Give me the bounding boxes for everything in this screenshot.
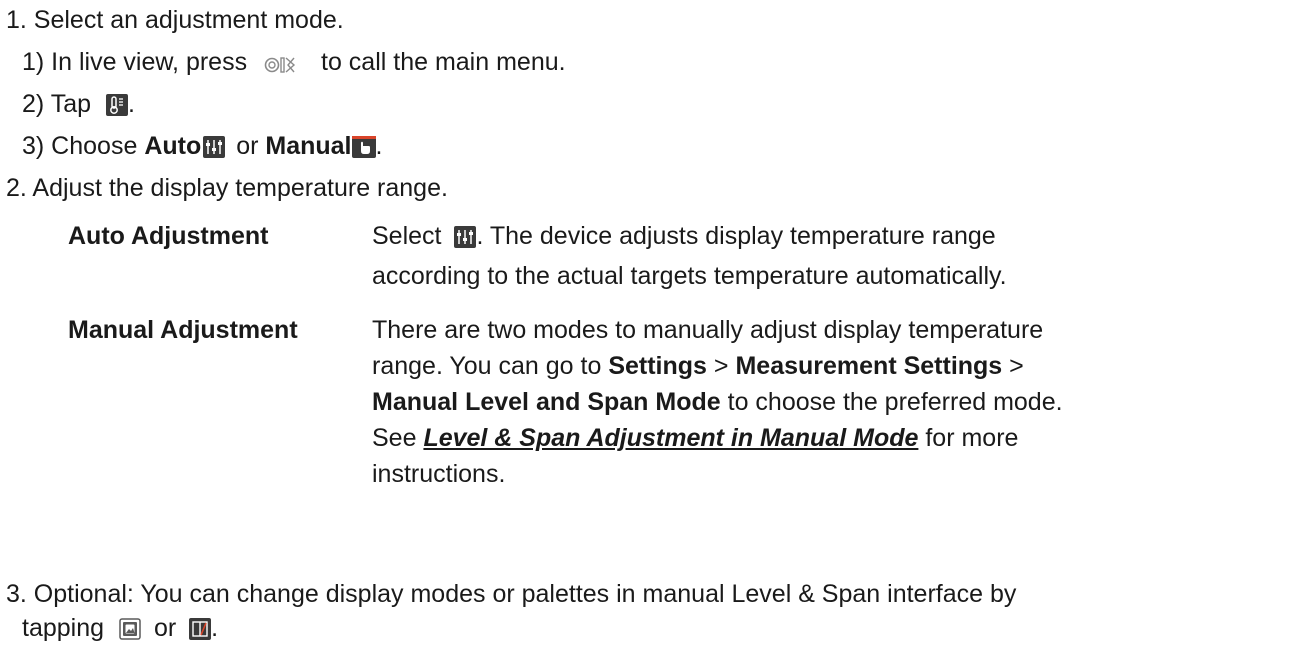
step-2-title: 2. Adjust the display temperature range. xyxy=(6,172,448,204)
manual-hand-icon xyxy=(351,134,376,166)
manual-adjustment-line-3: Manual Level and Span Mode to choose the… xyxy=(372,384,1063,420)
auto-adjustment-line-1-post: . The device adjusts display temperature… xyxy=(476,222,996,250)
path-separator: > xyxy=(1009,352,1024,380)
step-1-sub-2-post: . xyxy=(127,90,135,118)
manual-adjustment-term: Manual Adjustment xyxy=(68,316,298,344)
thermometer-icon xyxy=(105,92,128,124)
manual-level-span-mode-menu-path: Manual Level and Span Mode xyxy=(372,388,721,416)
auto-adjust-icon xyxy=(454,222,477,258)
auto-adjustment-description: Select . The device adjusts display temp… xyxy=(372,218,1007,294)
manual-adjustment-description: There are two modes to manually adjust d… xyxy=(372,312,1063,492)
see-text: See xyxy=(372,424,417,452)
step-3-line-1: 3. Optional: You can change display mode… xyxy=(6,578,1016,610)
step-1-sub-3: 3) Choose Auto or Manual . xyxy=(22,130,382,166)
manual-adjustment-line-1: There are two modes to manually adjust d… xyxy=(372,316,1044,344)
or-text: or xyxy=(236,132,259,160)
path-separator: > xyxy=(713,352,729,380)
tapping-text: tapping xyxy=(22,614,105,642)
step-1-sub-1-pre: 1) In live view, press xyxy=(22,48,248,76)
step-1-sub-3-pre: 3) Choose xyxy=(22,132,138,160)
step-1-sub-3-post: . xyxy=(375,132,383,160)
level-span-adjustment-link[interactable]: Level & Span Adjustment in Manual Mode xyxy=(423,424,918,452)
step-3-line-2: tapping or . xyxy=(22,612,218,648)
or-text: or xyxy=(153,614,177,642)
go-to-text: range. You can go to xyxy=(372,352,602,380)
auto-adjustment-term: Auto Adjustment xyxy=(68,222,269,250)
step-1-title-text: 1. Select an adjustment mode. xyxy=(6,6,344,34)
measurement-settings-menu-path: Measurement Settings xyxy=(735,352,1003,380)
ok-button-icon xyxy=(264,50,306,82)
manual-label: Manual xyxy=(265,132,352,160)
step-1-sub-2: 2) Tap . xyxy=(22,88,135,124)
step-1-title: 1. Select an adjustment mode. xyxy=(6,4,344,36)
manual-adjustment-line-4-post: for more xyxy=(925,424,1019,452)
select-text: Select xyxy=(372,222,442,250)
step-1-sub-1: 1) In live view, press to call the main … xyxy=(22,46,566,82)
manual-adjustment-line-4: See Level & Span Adjustment in Manual Mo… xyxy=(372,420,1063,456)
manual-adjustment-line-5: instructions. xyxy=(372,460,506,488)
auto-adjust-icon xyxy=(203,134,226,166)
palette-icon xyxy=(189,616,212,648)
display-mode-icon xyxy=(119,616,141,648)
step-3-line-1-text: 3. Optional: You can change display mode… xyxy=(6,580,1017,608)
manual-adjustment-line-2: range. You can go to Settings > Measurem… xyxy=(372,348,1063,384)
auto-adjustment-line-1: Select . The device adjusts display temp… xyxy=(372,218,1007,258)
step-2-title-text: 2. Adjust the display temperature range. xyxy=(6,174,448,202)
step-1-sub-1-post: to call the main menu. xyxy=(321,48,566,76)
step-1-sub-2-pre: 2) Tap xyxy=(22,90,92,118)
manual-adjustment-line-3-post: to choose the preferred mode. xyxy=(727,388,1063,416)
auto-adjustment-line-2: according to the actual targets temperat… xyxy=(372,262,1007,290)
step-3-line-2-post: . xyxy=(211,614,219,642)
settings-menu-path: Settings xyxy=(608,352,707,380)
auto-label: Auto xyxy=(144,132,202,160)
